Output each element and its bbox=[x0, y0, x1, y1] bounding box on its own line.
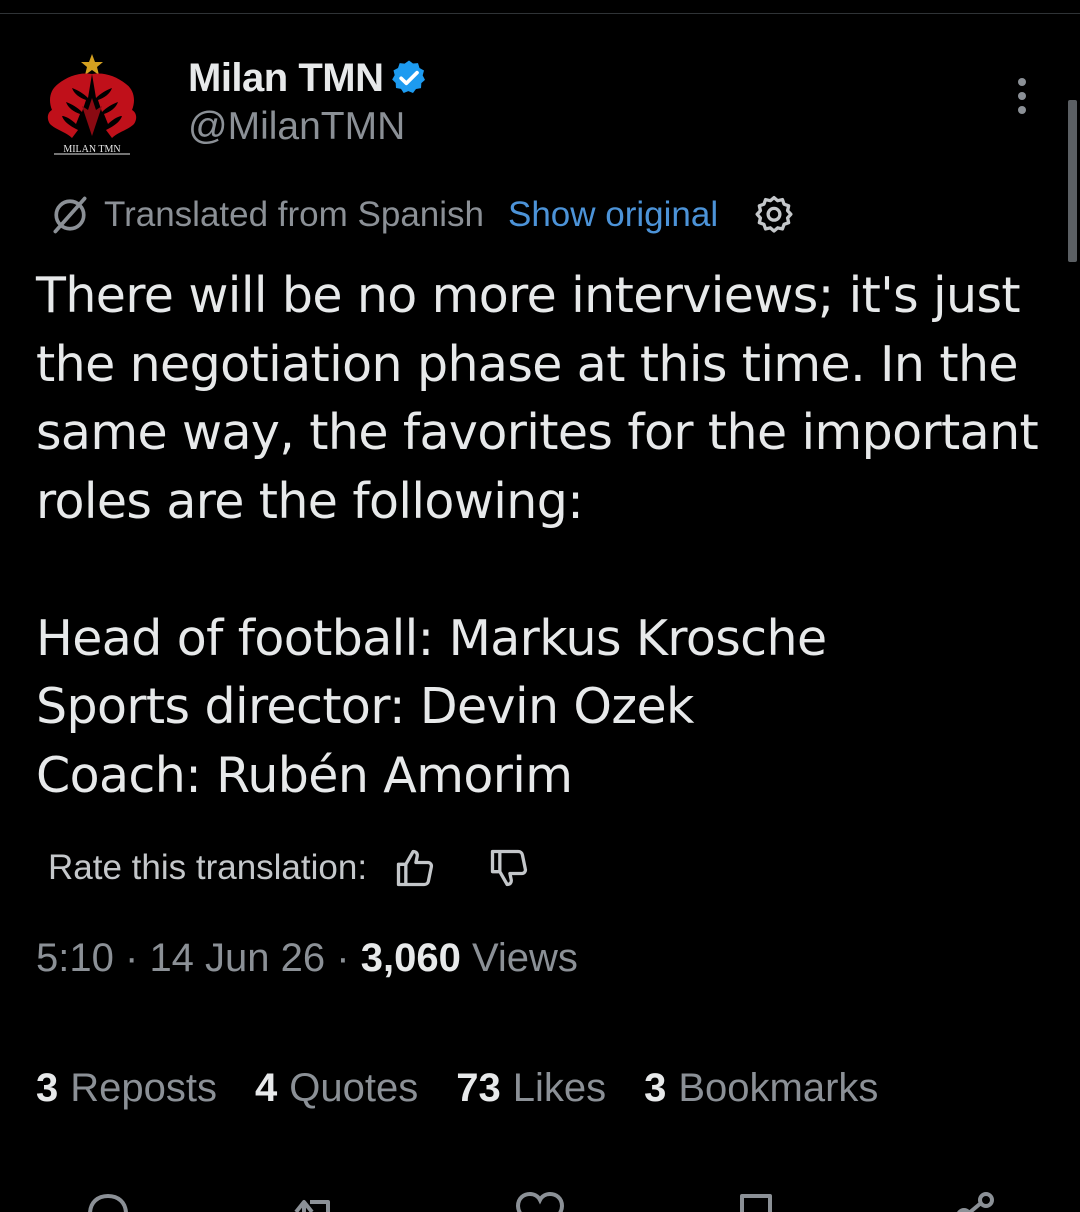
display-name[interactable]: Milan TMN bbox=[188, 56, 384, 101]
author-block[interactable]: Milan TMN @MilanTMN bbox=[188, 55, 429, 149]
action-bar bbox=[0, 1180, 1080, 1212]
reply-icon[interactable] bbox=[80, 1188, 136, 1212]
share-icon[interactable] bbox=[950, 1188, 1006, 1212]
thumbs-down-icon[interactable] bbox=[487, 846, 531, 890]
tweet-paragraph: There will be no more interviews; it's j… bbox=[36, 267, 1039, 530]
quotes-count: 4 bbox=[255, 1066, 278, 1110]
tweet-time[interactable]: 5:10 bbox=[36, 936, 114, 980]
reposts-count: 3 bbox=[36, 1066, 59, 1110]
bookmarks-stat[interactable]: 3 Bookmarks bbox=[644, 1066, 878, 1111]
bookmarks-count: 3 bbox=[644, 1066, 667, 1110]
tweet-line-coach: Coach: Rubén Amorim bbox=[36, 746, 573, 804]
tweet-line-sports-director: Sports director: Devin Ozek bbox=[36, 678, 694, 735]
translate-icon bbox=[53, 196, 87, 234]
handle[interactable]: @MilanTMN bbox=[188, 105, 429, 149]
svg-text:MILAN TMN: MILAN TMN bbox=[63, 144, 120, 155]
tweet-text: There will be no more interviews; it's j… bbox=[36, 262, 1046, 810]
reposts-stat[interactable]: 3 Reposts bbox=[36, 1066, 217, 1111]
more-vertical-icon[interactable] bbox=[1008, 76, 1036, 116]
settings-gear-icon[interactable] bbox=[752, 193, 796, 237]
rate-translation-label: Rate this translation: bbox=[48, 848, 368, 887]
scrollbar[interactable] bbox=[1068, 100, 1077, 262]
bookmark-icon[interactable] bbox=[728, 1188, 784, 1212]
verified-badge-icon[interactable] bbox=[389, 58, 429, 98]
tweet-line-head-of-football: Head of football: Markus Krosche bbox=[36, 609, 827, 667]
translation-row: Translated from Spanish Show original bbox=[48, 190, 796, 240]
milan-tmn-logo: MILAN TMN bbox=[47, 54, 137, 155]
translated-label: Translated from Spanish bbox=[104, 195, 484, 234]
thumbs-up-icon[interactable] bbox=[393, 846, 437, 890]
meta-separator: · bbox=[124, 936, 139, 980]
quotes-stat[interactable]: 4 Quotes bbox=[255, 1066, 418, 1111]
top-divider bbox=[0, 13, 1080, 14]
tweet-meta: 5:10 · 14 Jun 26 · 3,060 Views bbox=[36, 936, 578, 981]
quotes-label: Quotes bbox=[289, 1066, 419, 1110]
like-icon[interactable] bbox=[512, 1188, 568, 1212]
show-original-link[interactable]: Show original bbox=[508, 195, 718, 235]
engagement-stats: 3 Reposts 4 Quotes 73 Likes 3 Bookmarks bbox=[36, 1066, 916, 1111]
avatar[interactable]: MILAN TMN bbox=[40, 50, 144, 160]
display-name-row: Milan TMN bbox=[188, 55, 429, 101]
views-label: Views bbox=[471, 936, 578, 980]
likes-label: Likes bbox=[512, 1066, 607, 1110]
meta-separator: · bbox=[336, 936, 350, 980]
tweet-date[interactable]: 14 Jun 26 bbox=[149, 936, 325, 980]
views-count: 3,060 bbox=[360, 936, 461, 980]
rate-translation-row: Rate this translation: bbox=[48, 842, 531, 894]
reposts-label: Reposts bbox=[70, 1066, 217, 1110]
likes-stat[interactable]: 73 Likes bbox=[456, 1066, 606, 1111]
likes-count: 73 bbox=[456, 1066, 501, 1110]
repost-icon[interactable] bbox=[288, 1188, 344, 1212]
bookmarks-label: Bookmarks bbox=[678, 1066, 879, 1110]
